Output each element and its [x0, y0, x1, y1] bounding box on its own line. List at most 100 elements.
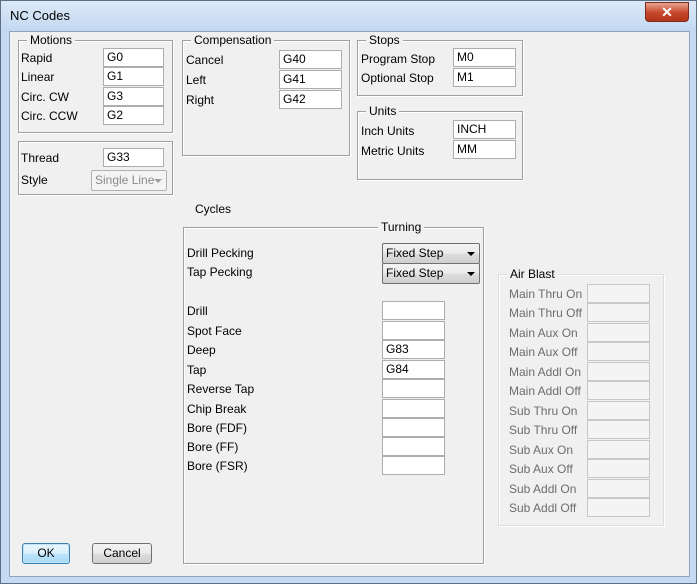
nc-codes-dialog: NC Codes ✕ Motions Rapid G0 Linear G1 Ci… — [0, 0, 697, 584]
cycles-label: Cycles — [195, 202, 232, 216]
bore-fsr-field[interactable] — [382, 456, 445, 475]
close-icon: ✕ — [661, 4, 673, 20]
main-thru-on-field[interactable] — [587, 284, 650, 303]
thread-group: Thread G33 Style Single Line — [18, 141, 173, 195]
air-blast-group: Air Blast Main Thru On Main Thru Off Mai… — [498, 267, 664, 526]
tap-pecking-label: Tap Pecking — [187, 265, 253, 279]
sub-aux-off-field[interactable] — [587, 459, 650, 478]
main-aux-off-field[interactable] — [587, 342, 650, 361]
thread-label: Thread — [21, 151, 60, 165]
sub-thru-off-field[interactable] — [587, 420, 650, 439]
reverse-tap-field[interactable] — [382, 379, 445, 398]
main-addl-off-field[interactable] — [587, 381, 650, 400]
sub-addl-on-field[interactable] — [587, 479, 650, 498]
spot-face-label: Spot Face — [187, 324, 242, 338]
thread-field[interactable]: G33 — [103, 148, 164, 167]
main-addl-on-field[interactable] — [587, 362, 650, 381]
chevron-down-icon — [467, 272, 475, 276]
sub-aux-on-field[interactable] — [587, 440, 650, 459]
main-aux-on-field[interactable] — [587, 323, 650, 342]
main-thru-off-label: Main Thru Off — [509, 306, 582, 320]
main-aux-on-label: Main Aux On — [509, 326, 578, 340]
main-aux-off-label: Main Aux Off — [509, 345, 578, 359]
units-group: Units Inch Units INCH Metric Units MM — [357, 104, 523, 180]
title-bar[interactable]: NC Codes ✕ — [1, 1, 696, 31]
sub-thru-on-label: Sub Thru On — [509, 404, 578, 418]
rapid-field[interactable]: G0 — [103, 48, 164, 67]
style-dropdown-value: Single Line — [95, 173, 155, 187]
turning-group: Turning Drill Pecking Fixed Step Tap Pec… — [183, 220, 484, 564]
cancel-comp-field[interactable]: G40 — [279, 50, 342, 69]
right-comp-label: Right — [186, 93, 215, 107]
program-stop-label: Program Stop — [361, 52, 436, 66]
linear-label: Linear — [21, 70, 55, 84]
bore-ff-label: Bore (FF) — [187, 440, 239, 454]
circ-ccw-label: Circ. CCW — [21, 109, 78, 123]
units-legend: Units — [366, 104, 400, 118]
drill-pecking-label: Drill Pecking — [187, 246, 254, 260]
stops-legend: Stops — [366, 33, 403, 47]
compensation-legend: Compensation — [191, 33, 275, 47]
style-dropdown[interactable]: Single Line — [91, 170, 167, 191]
turning-legend: Turning — [378, 220, 425, 234]
chip-break-label: Chip Break — [187, 402, 247, 416]
spot-face-field[interactable] — [382, 321, 445, 340]
main-thru-on-label: Main Thru On — [509, 287, 583, 301]
cancel-button[interactable]: Cancel — [92, 543, 152, 564]
chip-break-field[interactable] — [382, 399, 445, 418]
drill-pecking-dropdown[interactable]: Fixed Step — [382, 243, 480, 264]
chevron-down-icon — [154, 179, 162, 183]
style-label: Style — [21, 173, 48, 187]
rapid-label: Rapid — [21, 51, 53, 65]
tap-label: Tap — [187, 363, 207, 377]
left-comp-label: Left — [186, 73, 207, 87]
reverse-tap-label: Reverse Tap — [187, 382, 255, 396]
tap-field[interactable]: G84 — [382, 360, 445, 379]
circ-cw-field[interactable]: G3 — [103, 87, 164, 106]
sub-addl-on-label: Sub Addl On — [509, 482, 577, 496]
drill-field[interactable] — [382, 301, 445, 320]
inch-units-label: Inch Units — [361, 124, 415, 138]
window-title: NC Codes — [10, 8, 70, 23]
cancel-comp-label: Cancel — [186, 53, 224, 67]
main-addl-off-label: Main Addl Off — [509, 384, 581, 398]
deep-label: Deep — [187, 343, 216, 357]
sub-thru-on-field[interactable] — [587, 401, 650, 420]
sub-addl-off-label: Sub Addl Off — [509, 501, 577, 515]
optional-stop-label: Optional Stop — [361, 71, 434, 85]
optional-stop-field[interactable]: M1 — [453, 68, 516, 87]
motions-legend: Motions — [27, 33, 76, 47]
sub-aux-on-label: Sub Aux On — [509, 443, 574, 457]
main-addl-on-label: Main Addl On — [509, 365, 582, 379]
stops-group: Stops Program Stop M0 Optional Stop M1 — [357, 33, 523, 96]
bore-fdf-label: Bore (FDF) — [187, 421, 247, 435]
sub-aux-off-label: Sub Aux Off — [509, 462, 573, 476]
close-button[interactable]: ✕ — [645, 2, 689, 22]
drill-label: Drill — [187, 304, 208, 318]
sub-thru-off-label: Sub Thru Off — [509, 423, 578, 437]
program-stop-field[interactable]: M0 — [453, 48, 516, 67]
tap-pecking-value: Fixed Step — [386, 266, 444, 280]
dialog-body: Motions Rapid G0 Linear G1 Circ. CW G3 C… — [9, 31, 690, 577]
inch-units-field[interactable]: INCH — [453, 120, 516, 139]
bore-fsr-label: Bore (FSR) — [187, 459, 248, 473]
bore-ff-field[interactable] — [382, 437, 445, 456]
metric-units-label: Metric Units — [361, 144, 425, 158]
main-thru-off-field[interactable] — [587, 303, 650, 322]
sub-addl-off-field[interactable] — [587, 498, 650, 517]
tap-pecking-dropdown[interactable]: Fixed Step — [382, 263, 480, 284]
compensation-group: Compensation Cancel G40 Left G41 Right G… — [182, 33, 350, 156]
chevron-down-icon — [467, 252, 475, 256]
metric-units-field[interactable]: MM — [453, 140, 516, 159]
bore-fdf-field[interactable] — [382, 418, 445, 437]
deep-field[interactable]: G83 — [382, 340, 445, 359]
air-blast-legend: Air Blast — [507, 267, 558, 281]
right-comp-field[interactable]: G42 — [279, 90, 342, 109]
motions-group: Motions Rapid G0 Linear G1 Circ. CW G3 C… — [18, 33, 173, 133]
circ-cw-label: Circ. CW — [21, 90, 69, 104]
ok-button[interactable]: OK — [22, 543, 70, 564]
drill-pecking-value: Fixed Step — [386, 246, 444, 260]
circ-ccw-field[interactable]: G2 — [103, 106, 164, 125]
left-comp-field[interactable]: G41 — [279, 70, 342, 89]
linear-field[interactable]: G1 — [103, 67, 164, 86]
